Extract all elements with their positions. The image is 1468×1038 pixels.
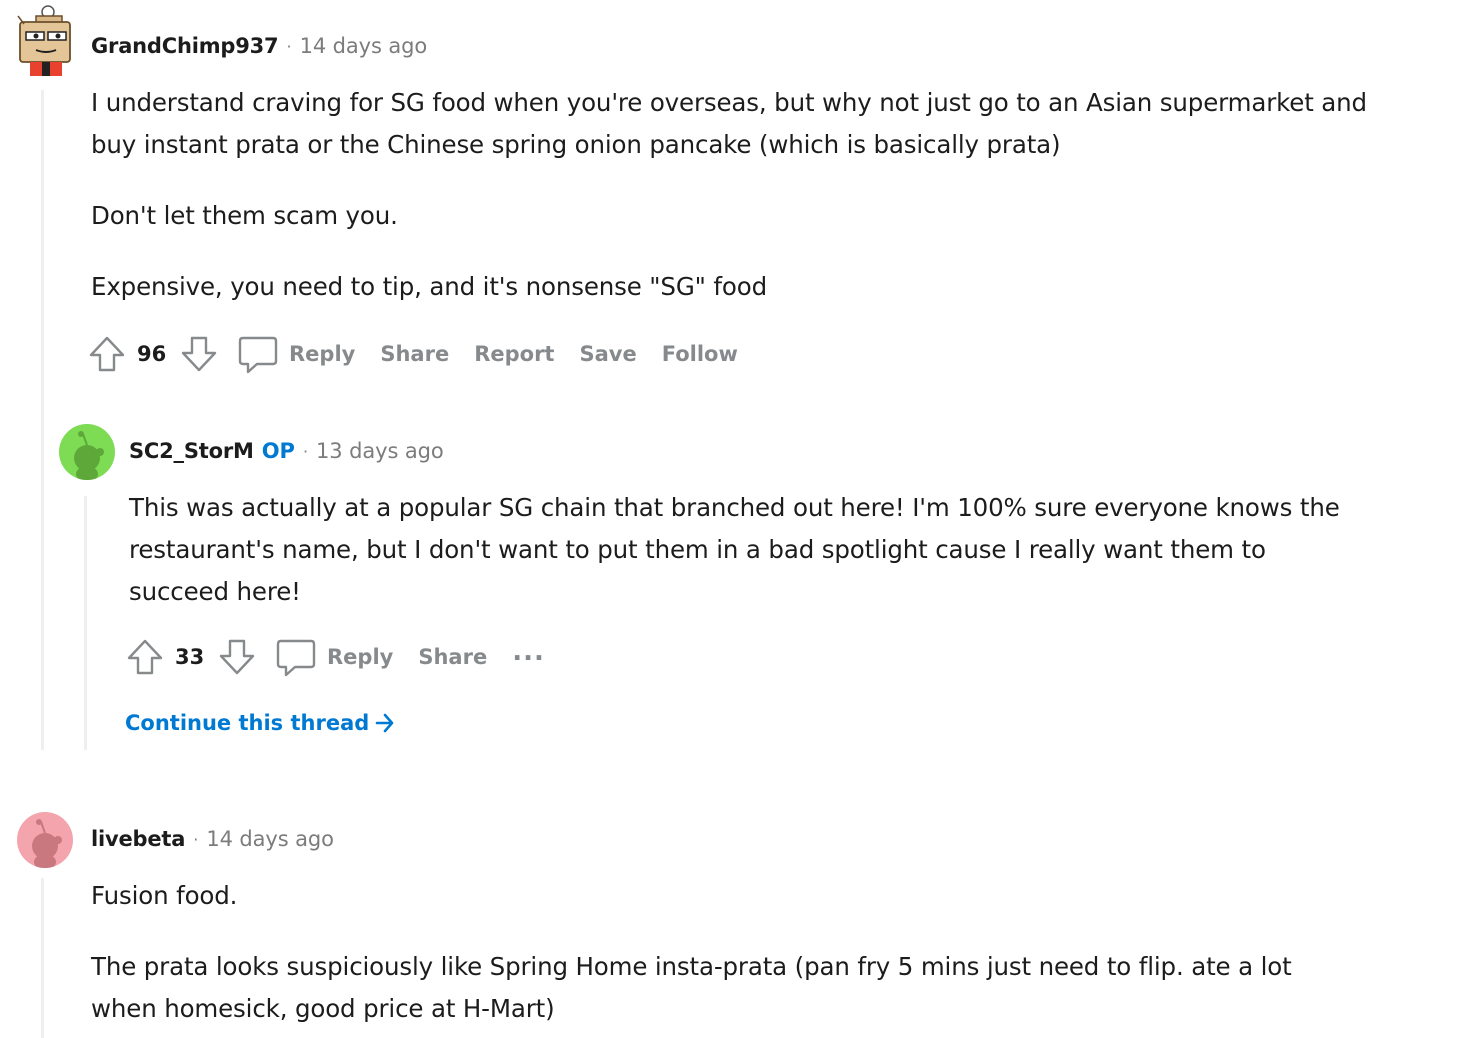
comment-header: GrandChimp937 · 14 days ago <box>91 34 427 58</box>
upvote-arrow-icon[interactable] <box>125 637 165 677</box>
separator-dot: · <box>286 36 292 56</box>
thread-line[interactable] <box>41 90 44 750</box>
continue-thread-label: Continue this thread <box>125 711 370 735</box>
timestamp[interactable]: 13 days ago <box>316 439 444 463</box>
comment-body: This was actually at a popular SG chain … <box>129 487 1349 613</box>
comment-bubble-icon <box>276 639 316 677</box>
reply-button[interactable]: Reply <box>237 334 355 374</box>
comment-paragraph: The prata looks suspiciously like Spring… <box>91 952 1292 1023</box>
share-button[interactable]: Share <box>418 645 487 669</box>
continue-thread-link[interactable]: Continue this thread <box>125 711 395 735</box>
comment-body: I understand craving for SG food when yo… <box>91 82 1391 308</box>
more-options-icon[interactable]: ... <box>512 637 545 667</box>
comment-paragraph: Expensive, you need to tip, and it's non… <box>91 272 767 301</box>
username[interactable]: SC2_StorM <box>129 439 254 463</box>
timestamp[interactable]: 14 days ago <box>206 827 334 851</box>
follow-button[interactable]: Follow <box>662 342 738 366</box>
vote-score: 96 <box>137 342 167 366</box>
comment-action-bar: 96 Reply Share Report Save Follow <box>87 334 763 374</box>
report-button[interactable]: Report <box>474 342 554 366</box>
downvote-arrow-icon[interactable] <box>179 334 219 374</box>
username[interactable]: livebeta <box>91 827 185 851</box>
avatar[interactable] <box>59 424 115 480</box>
thread-line[interactable] <box>84 496 87 750</box>
snoo-avatar-icon <box>32 819 62 868</box>
thread-line[interactable] <box>41 878 44 1038</box>
reply-button[interactable]: Reply <box>275 637 393 677</box>
comment-paragraph: I understand craving for SG food when yo… <box>91 88 1367 159</box>
vote-score: 33 <box>175 645 205 669</box>
timestamp[interactable]: 14 days ago <box>300 34 428 58</box>
share-button[interactable]: Share <box>380 342 449 366</box>
reply-label: Reply <box>327 645 394 669</box>
comment-paragraph: Don't let them scam you. <box>91 201 398 230</box>
comment-paragraph: Fusion food. <box>91 881 238 910</box>
op-badge: OP <box>261 439 295 463</box>
reply-label: Reply <box>289 342 356 366</box>
comment-header: SC2_StorM OP · 13 days ago <box>129 439 444 463</box>
snoo-avatar-icon <box>74 431 104 480</box>
username[interactable]: GrandChimp937 <box>91 34 279 58</box>
avatar-image <box>17 5 71 76</box>
comment-body: Fusion food. The prata looks suspiciousl… <box>91 875 1351 1030</box>
avatar[interactable] <box>14 2 78 78</box>
upvote-arrow-icon[interactable] <box>87 334 127 374</box>
comment-action-bar: 33 Reply Share ... <box>125 637 545 677</box>
separator-dot: · <box>302 441 309 461</box>
comment-header: livebeta · 14 days ago <box>91 827 334 851</box>
comment-paragraph: This was actually at a popular SG chain … <box>129 493 1340 606</box>
save-button[interactable]: Save <box>579 342 636 366</box>
separator-dot: · <box>193 829 199 849</box>
downvote-arrow-icon[interactable] <box>217 637 257 677</box>
comment-bubble-icon <box>238 336 278 374</box>
avatar[interactable] <box>17 812 73 868</box>
arrow-right-icon <box>375 713 394 733</box>
